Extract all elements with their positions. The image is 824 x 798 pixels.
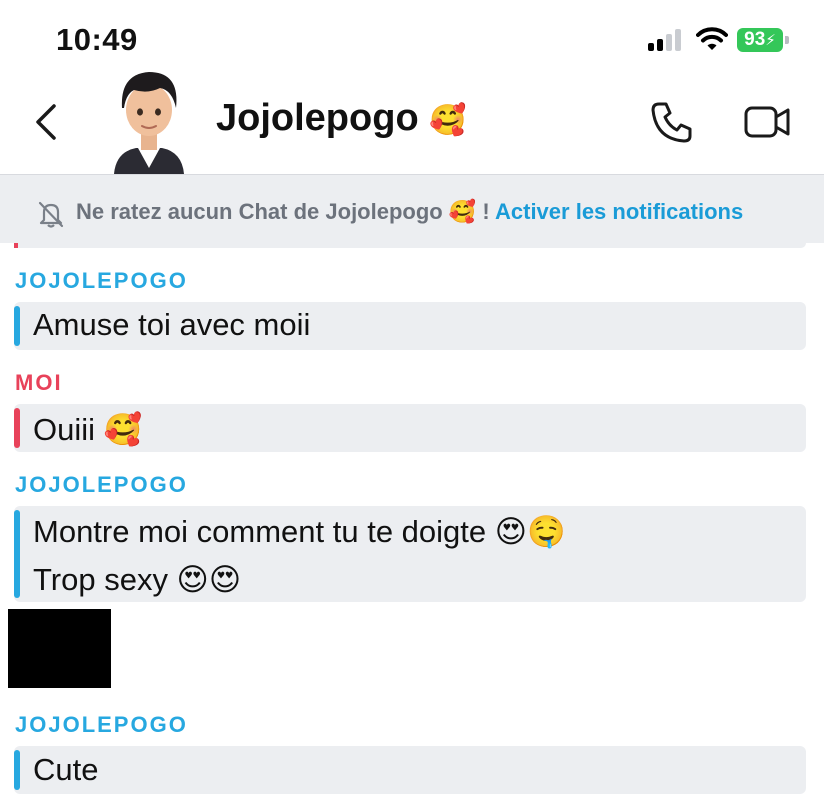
enable-notifications-link[interactable]: Activer les notifications bbox=[495, 199, 743, 224]
contact-name[interactable]: Jojolepogo 🥰 bbox=[216, 97, 467, 140]
back-chevron-icon[interactable] bbox=[30, 100, 64, 144]
redacted-media[interactable] bbox=[8, 609, 111, 688]
message-text: Trop sexy 😍😍 bbox=[33, 562, 242, 597]
previous-message-edge bbox=[14, 243, 806, 248]
battery-charging-icon: 93 ⚡ bbox=[737, 28, 783, 52]
message-sender: MOI bbox=[15, 370, 63, 395]
banner-emoji: 🥰 bbox=[448, 200, 477, 225]
message-bubble[interactable]: Cute bbox=[14, 746, 806, 794]
message-bar bbox=[14, 750, 20, 790]
message-bar bbox=[14, 408, 20, 448]
wifi-icon bbox=[696, 27, 728, 50]
message-bubble[interactable]: Montre moi comment tu te doigte 😍🤤 Trop … bbox=[14, 506, 806, 602]
message-sender: JOJOLEPOGO bbox=[15, 472, 188, 497]
message-sender: JOJOLEPOGO bbox=[15, 712, 188, 737]
phone-icon[interactable] bbox=[650, 100, 694, 144]
contact-name-text: Jojolepogo bbox=[216, 97, 419, 139]
message-sender: JOJOLEPOGO bbox=[15, 268, 188, 293]
message-bubble[interactable]: Ouiii 🥰 bbox=[14, 404, 806, 452]
message-bar bbox=[14, 510, 20, 598]
bell-muted-icon bbox=[38, 201, 64, 228]
message-text: Amuse toi avec moii bbox=[33, 307, 311, 342]
message-text: Ouiii 🥰 bbox=[33, 412, 143, 447]
banner-message: Ne ratez aucun Chat de Jojolepogo bbox=[76, 199, 443, 224]
message-bar bbox=[14, 306, 20, 346]
contact-emoji: 🥰 bbox=[429, 103, 467, 138]
notification-banner-text: Ne ratez aucun Chat de Jojolepogo 🥰 ! Ac… bbox=[76, 199, 743, 225]
previous-message-edge-bar bbox=[14, 243, 18, 248]
battery-cap bbox=[785, 36, 789, 44]
status-time: 10:49 bbox=[56, 22, 138, 57]
message-text: Montre moi comment tu te doigte 😍🤤 bbox=[33, 514, 566, 549]
message-bubble[interactable]: Amuse toi avec moii bbox=[14, 302, 806, 350]
banner-separator: ! bbox=[476, 199, 490, 224]
signal-icon bbox=[648, 29, 681, 51]
battery-level: 93 bbox=[744, 29, 766, 50]
message-text: Cute bbox=[33, 752, 99, 787]
avatar[interactable] bbox=[108, 64, 190, 174]
video-camera-icon[interactable] bbox=[744, 104, 792, 140]
